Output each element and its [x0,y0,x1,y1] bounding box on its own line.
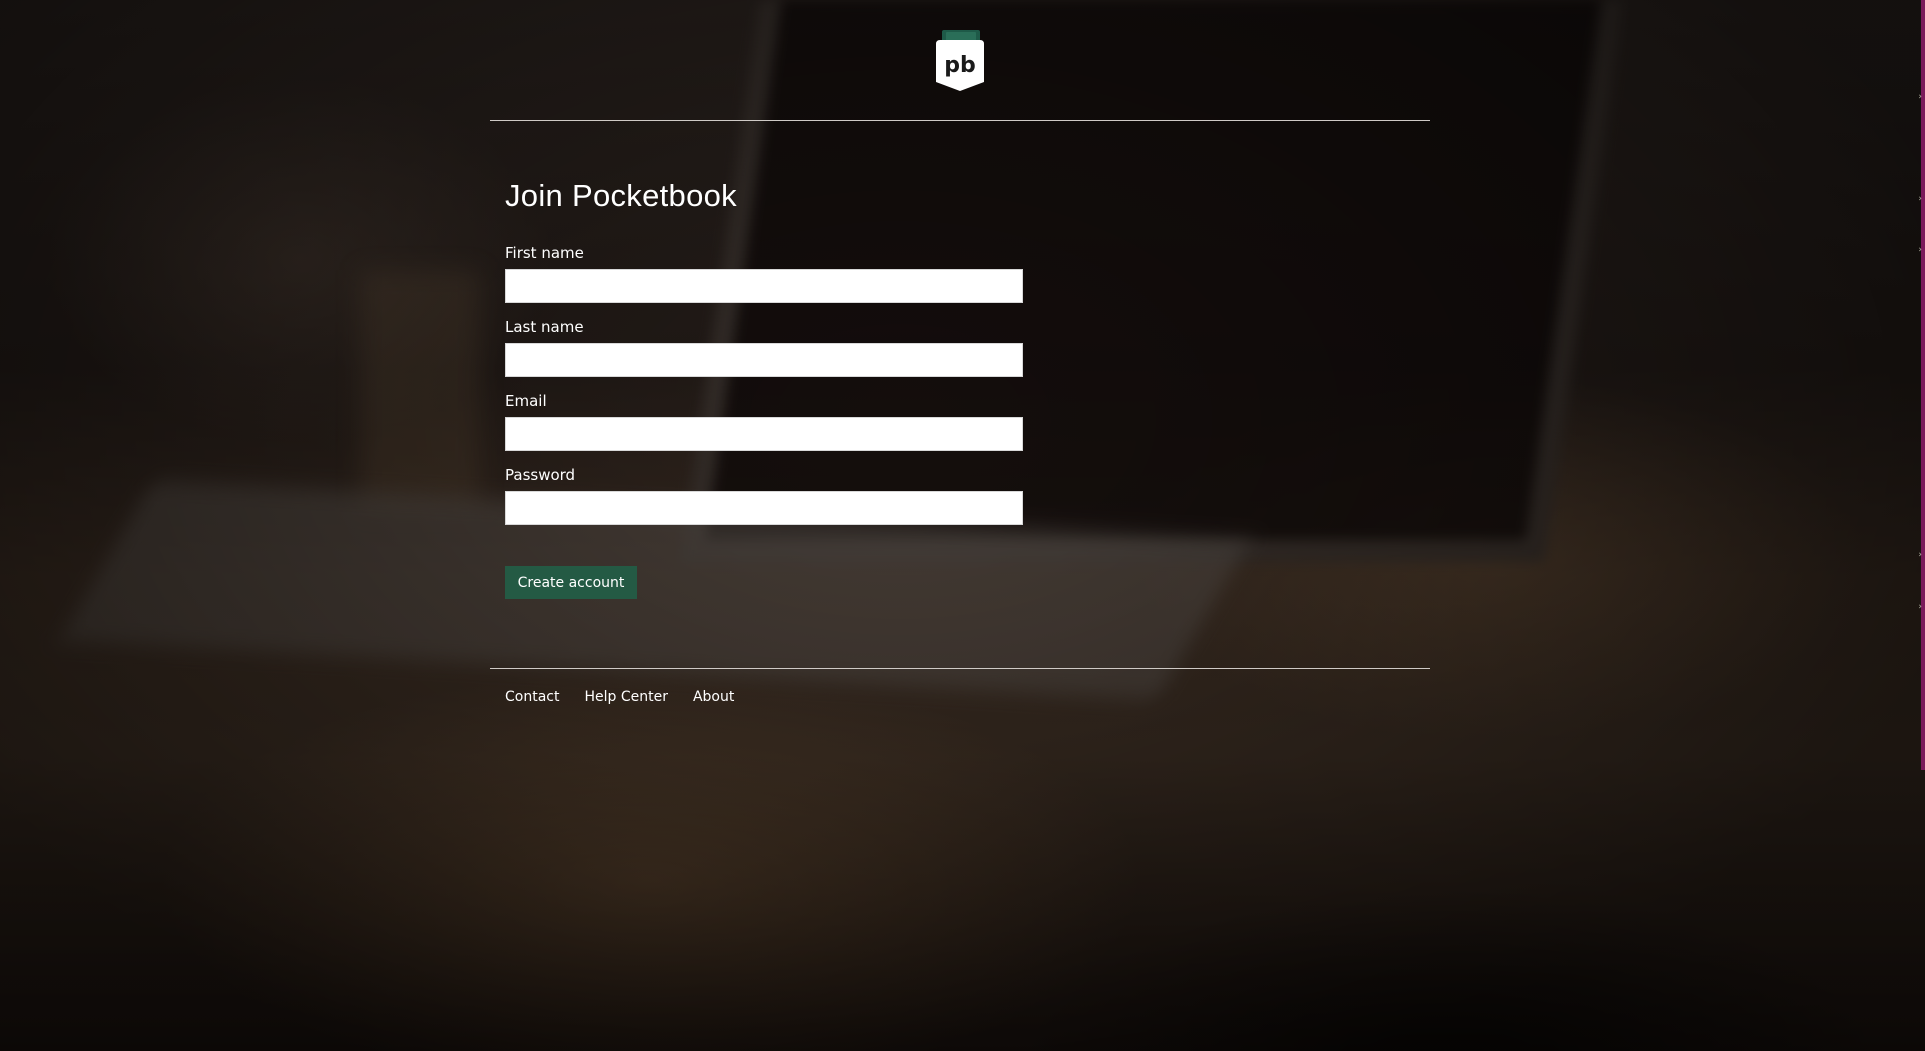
email-label: Email [505,392,547,410]
password-field[interactable] [505,491,1023,525]
page-title: Join Pocketbook [505,178,737,213]
pocketbook-logo-icon: pb [936,30,984,91]
edge-marker: › [1918,245,1922,255]
edge-marker: › [1918,602,1922,612]
footer-nav: Contact Help Center About [505,689,734,705]
footer-divider [490,668,1430,669]
signup-page: pb Join Pocketbook First name Last name … [490,0,1430,1051]
create-account-button[interactable]: Create account [505,566,637,599]
edge-marker: › [1918,92,1922,102]
logo-text: pb [944,53,976,78]
pocketbook-logo[interactable]: pb [934,30,986,92]
password-label: Password [505,466,576,484]
email-field[interactable] [505,417,1023,451]
footer-link-help-center[interactable]: Help Center [584,689,668,705]
footer-link-about[interactable]: About [693,689,734,705]
edge-marker: › [1918,550,1922,560]
last-name-label: Last name [505,318,584,336]
header-divider [490,120,1430,121]
edge-markers: › › › › › [1916,0,1924,770]
footer-link-contact[interactable]: Contact [505,689,559,705]
first-name-label: First name [505,244,584,262]
edge-marker: › [1918,194,1922,204]
first-name-field[interactable] [505,269,1023,303]
last-name-field[interactable] [505,343,1023,377]
